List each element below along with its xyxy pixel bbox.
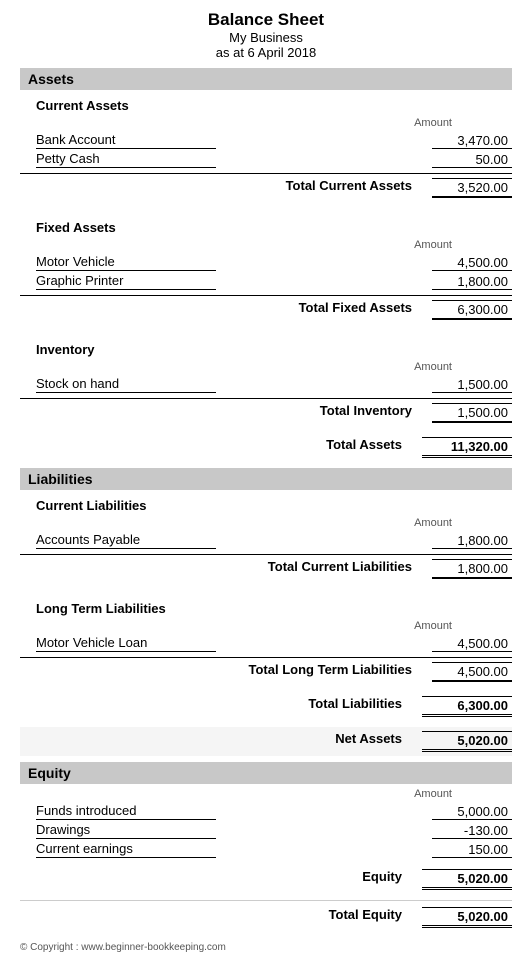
total-long-term-liabilities-amount: 4,500.00 xyxy=(432,662,512,682)
total-fixed-assets-label: Total Fixed Assets xyxy=(299,300,412,320)
bank-account-row: Bank Account 3,470.00 xyxy=(20,131,512,150)
fixed-assets-amount-col-label: Amount xyxy=(20,239,512,251)
total-current-assets-amount: 3,520.00 xyxy=(432,178,512,198)
motor-vehicle-loan-row: Motor Vehicle Loan 4,500.00 xyxy=(20,634,512,653)
drawings-label: Drawings xyxy=(36,822,216,839)
graphic-printer-amount: 1,800.00 xyxy=(432,274,512,290)
total-liabilities-label: Total Liabilities xyxy=(308,696,402,717)
net-assets-amount: 5,020.00 xyxy=(422,731,512,752)
equity-total-amount: 5,020.00 xyxy=(422,869,512,890)
equity-total-label: Equity xyxy=(362,869,402,890)
total-liabilities-amount: 6,300.00 xyxy=(422,696,512,717)
current-earnings-row: Current earnings 150.00 xyxy=(20,840,512,859)
inventory-title: Inventory xyxy=(36,342,512,357)
funds-introduced-amount: 5,000.00 xyxy=(432,804,512,820)
petty-cash-label: Petty Cash xyxy=(36,151,216,168)
report-date: as at 6 April 2018 xyxy=(20,45,512,60)
petty-cash-row: Petty Cash 50.00 xyxy=(20,150,512,169)
current-earnings-amount: 150.00 xyxy=(432,842,512,858)
current-liabilities-amount-col-label: Amount xyxy=(20,517,512,529)
current-assets-title: Current Assets xyxy=(36,98,512,113)
equity-total-row: Equity 5,020.00 xyxy=(20,865,512,894)
copyright: © Copyright : www.beginner-bookkeeping.c… xyxy=(20,942,512,953)
bank-account-label: Bank Account xyxy=(36,132,216,149)
total-equity-row: Total Equity 5,020.00 xyxy=(20,900,512,932)
total-assets-amount: 11,320.00 xyxy=(422,437,512,458)
inventory-amount-col-label: Amount xyxy=(20,361,512,373)
assets-section-header: Assets xyxy=(20,68,512,90)
motor-vehicle-loan-label: Motor Vehicle Loan xyxy=(36,635,216,652)
total-long-term-liabilities-row: Total Long Term Liabilities 4,500.00 xyxy=(20,657,512,686)
total-equity-amount: 5,020.00 xyxy=(422,907,512,928)
total-current-liabilities-row: Total Current Liabilities 1,800.00 xyxy=(20,554,512,583)
bank-account-amount: 3,470.00 xyxy=(432,133,512,149)
motor-vehicle-row: Motor Vehicle 4,500.00 xyxy=(20,253,512,272)
accounts-payable-label: Accounts Payable xyxy=(36,532,216,549)
funds-introduced-label: Funds introduced xyxy=(36,803,216,820)
graphic-printer-row: Graphic Printer 1,800.00 xyxy=(20,272,512,291)
equity-section-header: Equity xyxy=(20,762,512,784)
total-inventory-row: Total Inventory 1,500.00 xyxy=(20,398,512,427)
net-assets-row: Net Assets 5,020.00 xyxy=(20,727,512,756)
total-assets-row: Total Assets 11,320.00 xyxy=(20,433,512,462)
total-current-liabilities-label: Total Current Liabilities xyxy=(268,559,412,579)
total-inventory-label: Total Inventory xyxy=(320,403,412,423)
long-term-liabilities-title: Long Term Liabilities xyxy=(36,601,512,616)
equity-amount-col-label: Amount xyxy=(20,788,512,800)
long-term-liabilities-amount-col-label: Amount xyxy=(20,620,512,632)
current-assets-amount-col-label: Amount xyxy=(20,117,512,129)
total-current-liabilities-amount: 1,800.00 xyxy=(432,559,512,579)
report-header: Balance Sheet My Business as at 6 April … xyxy=(20,10,512,60)
total-inventory-amount: 1,500.00 xyxy=(432,403,512,423)
funds-introduced-row: Funds introduced 5,000.00 xyxy=(20,802,512,821)
current-earnings-label: Current earnings xyxy=(36,841,216,858)
report-title: Balance Sheet xyxy=(20,10,512,30)
net-assets-label: Net Assets xyxy=(335,731,402,752)
total-fixed-assets-amount: 6,300.00 xyxy=(432,300,512,320)
total-current-assets-row: Total Current Assets 3,520.00 xyxy=(20,173,512,202)
total-long-term-liabilities-label: Total Long Term Liabilities xyxy=(249,662,412,682)
business-name: My Business xyxy=(20,30,512,45)
page: Balance Sheet My Business as at 6 April … xyxy=(0,0,532,973)
total-current-assets-label: Total Current Assets xyxy=(286,178,412,198)
stock-on-hand-label: Stock on hand xyxy=(36,376,216,393)
accounts-payable-amount: 1,800.00 xyxy=(432,533,512,549)
liabilities-section-header: Liabilities xyxy=(20,468,512,490)
motor-vehicle-loan-amount: 4,500.00 xyxy=(432,636,512,652)
drawings-row: Drawings -130.00 xyxy=(20,821,512,840)
drawings-amount: -130.00 xyxy=(432,823,512,839)
fixed-assets-title: Fixed Assets xyxy=(36,220,512,235)
motor-vehicle-amount: 4,500.00 xyxy=(432,255,512,271)
graphic-printer-label: Graphic Printer xyxy=(36,273,216,290)
total-liabilities-row: Total Liabilities 6,300.00 xyxy=(20,692,512,721)
current-liabilities-title: Current Liabilities xyxy=(36,498,512,513)
motor-vehicle-label: Motor Vehicle xyxy=(36,254,216,271)
petty-cash-amount: 50.00 xyxy=(432,152,512,168)
total-equity-label: Total Equity xyxy=(329,907,402,928)
total-assets-label: Total Assets xyxy=(326,437,402,458)
stock-on-hand-amount: 1,500.00 xyxy=(432,377,512,393)
total-fixed-assets-row: Total Fixed Assets 6,300.00 xyxy=(20,295,512,324)
stock-on-hand-row: Stock on hand 1,500.00 xyxy=(20,375,512,394)
accounts-payable-row: Accounts Payable 1,800.00 xyxy=(20,531,512,550)
